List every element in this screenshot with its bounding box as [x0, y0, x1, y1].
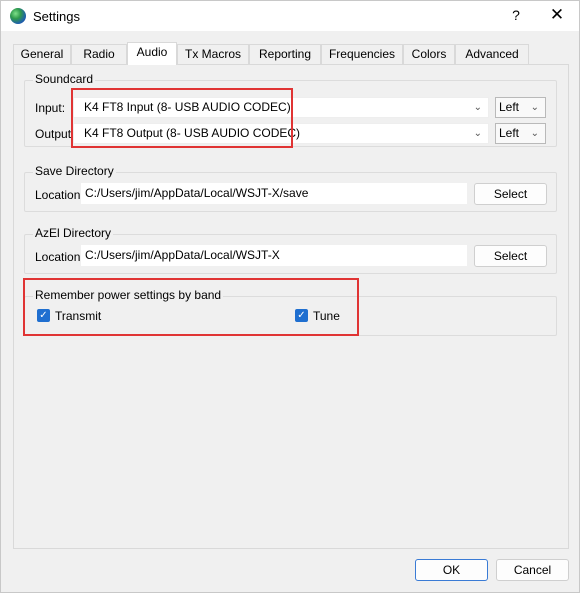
transmit-checkbox[interactable]: ✓	[37, 309, 50, 322]
save-select-button[interactable]: Select	[474, 183, 547, 205]
soundcard-title: Soundcard	[33, 72, 96, 86]
chevron-down-icon: ⌄	[473, 128, 482, 139]
input-label: Input:	[35, 101, 66, 115]
azel-directory-title: AzEl Directory	[33, 226, 114, 240]
output-channel-select[interactable]: Left ⌄	[495, 123, 546, 144]
check-icon: ✓	[39, 310, 48, 321]
settings-window: Settings ? ✕ General Radio Audio Tx Macr…	[0, 0, 580, 593]
tab-radio[interactable]: Radio	[71, 44, 127, 64]
output-device-select[interactable]: K4 FT8 Output (8- USB AUDIO CODEC) ⌄	[73, 123, 489, 144]
input-channel-select[interactable]: Left ⌄	[495, 97, 546, 118]
tab-colors[interactable]: Colors	[403, 44, 455, 64]
input-device-select[interactable]: K4 FT8 Input (8- USB AUDIO CODEC) ⌄	[73, 97, 489, 118]
transmit-label: Transmit	[55, 309, 102, 323]
tab-reporting[interactable]: Reporting	[249, 44, 321, 64]
power-settings-title: Remember power settings by band	[33, 288, 224, 302]
cancel-button[interactable]: Cancel	[496, 559, 569, 581]
ok-button[interactable]: OK	[415, 559, 488, 581]
tune-checkbox[interactable]: ✓	[295, 309, 308, 322]
title-bar: Settings ? ✕	[1, 1, 579, 31]
soundcard-group: Soundcard Input: K4 FT8 Input (8- USB AU…	[24, 72, 557, 147]
chevron-down-icon: ⌄	[530, 128, 539, 139]
input-channel-value: Left	[499, 100, 520, 114]
chevron-down-icon: ⌄	[473, 102, 482, 113]
tab-advanced[interactable]: Advanced	[455, 44, 529, 64]
chevron-down-icon: ⌄	[530, 102, 539, 113]
output-device-value: K4 FT8 Output (8- USB AUDIO CODEC)	[84, 126, 301, 140]
help-button[interactable]: ?	[506, 7, 526, 23]
save-location-path[interactable]: C:/Users/jim/AppData/Local/WSJT-X/save	[81, 183, 467, 204]
window-title: Settings	[33, 9, 80, 24]
output-channel-value: Left	[499, 126, 520, 140]
app-icon	[10, 8, 26, 24]
azel-directory-group: AzEl Directory Location: C:/Users/jim/Ap…	[24, 226, 557, 274]
audio-tab-pane: Soundcard Input: K4 FT8 Input (8- USB AU…	[13, 64, 569, 549]
output-label: Output:	[35, 127, 75, 141]
power-settings-group: Remember power settings by band ✓ Transm…	[24, 288, 557, 336]
tab-tx-macros[interactable]: Tx Macros	[177, 44, 249, 64]
save-location-label: Location:	[35, 188, 84, 202]
tune-label: Tune	[313, 309, 340, 323]
azel-location-path[interactable]: C:/Users/jim/AppData/Local/WSJT-X	[81, 245, 467, 266]
tab-audio[interactable]: Audio	[127, 42, 177, 65]
azel-location-label: Location:	[35, 250, 84, 264]
save-directory-title: Save Directory	[33, 164, 116, 178]
close-button[interactable]: ✕	[546, 5, 568, 25]
azel-select-button[interactable]: Select	[474, 245, 547, 267]
tab-general[interactable]: General	[13, 44, 71, 64]
save-directory-group: Save Directory Location: C:/Users/jim/Ap…	[24, 164, 557, 212]
check-icon: ✓	[297, 310, 306, 321]
tab-frequencies[interactable]: Frequencies	[321, 44, 403, 64]
input-device-value: K4 FT8 Input (8- USB AUDIO CODEC)	[84, 100, 291, 114]
